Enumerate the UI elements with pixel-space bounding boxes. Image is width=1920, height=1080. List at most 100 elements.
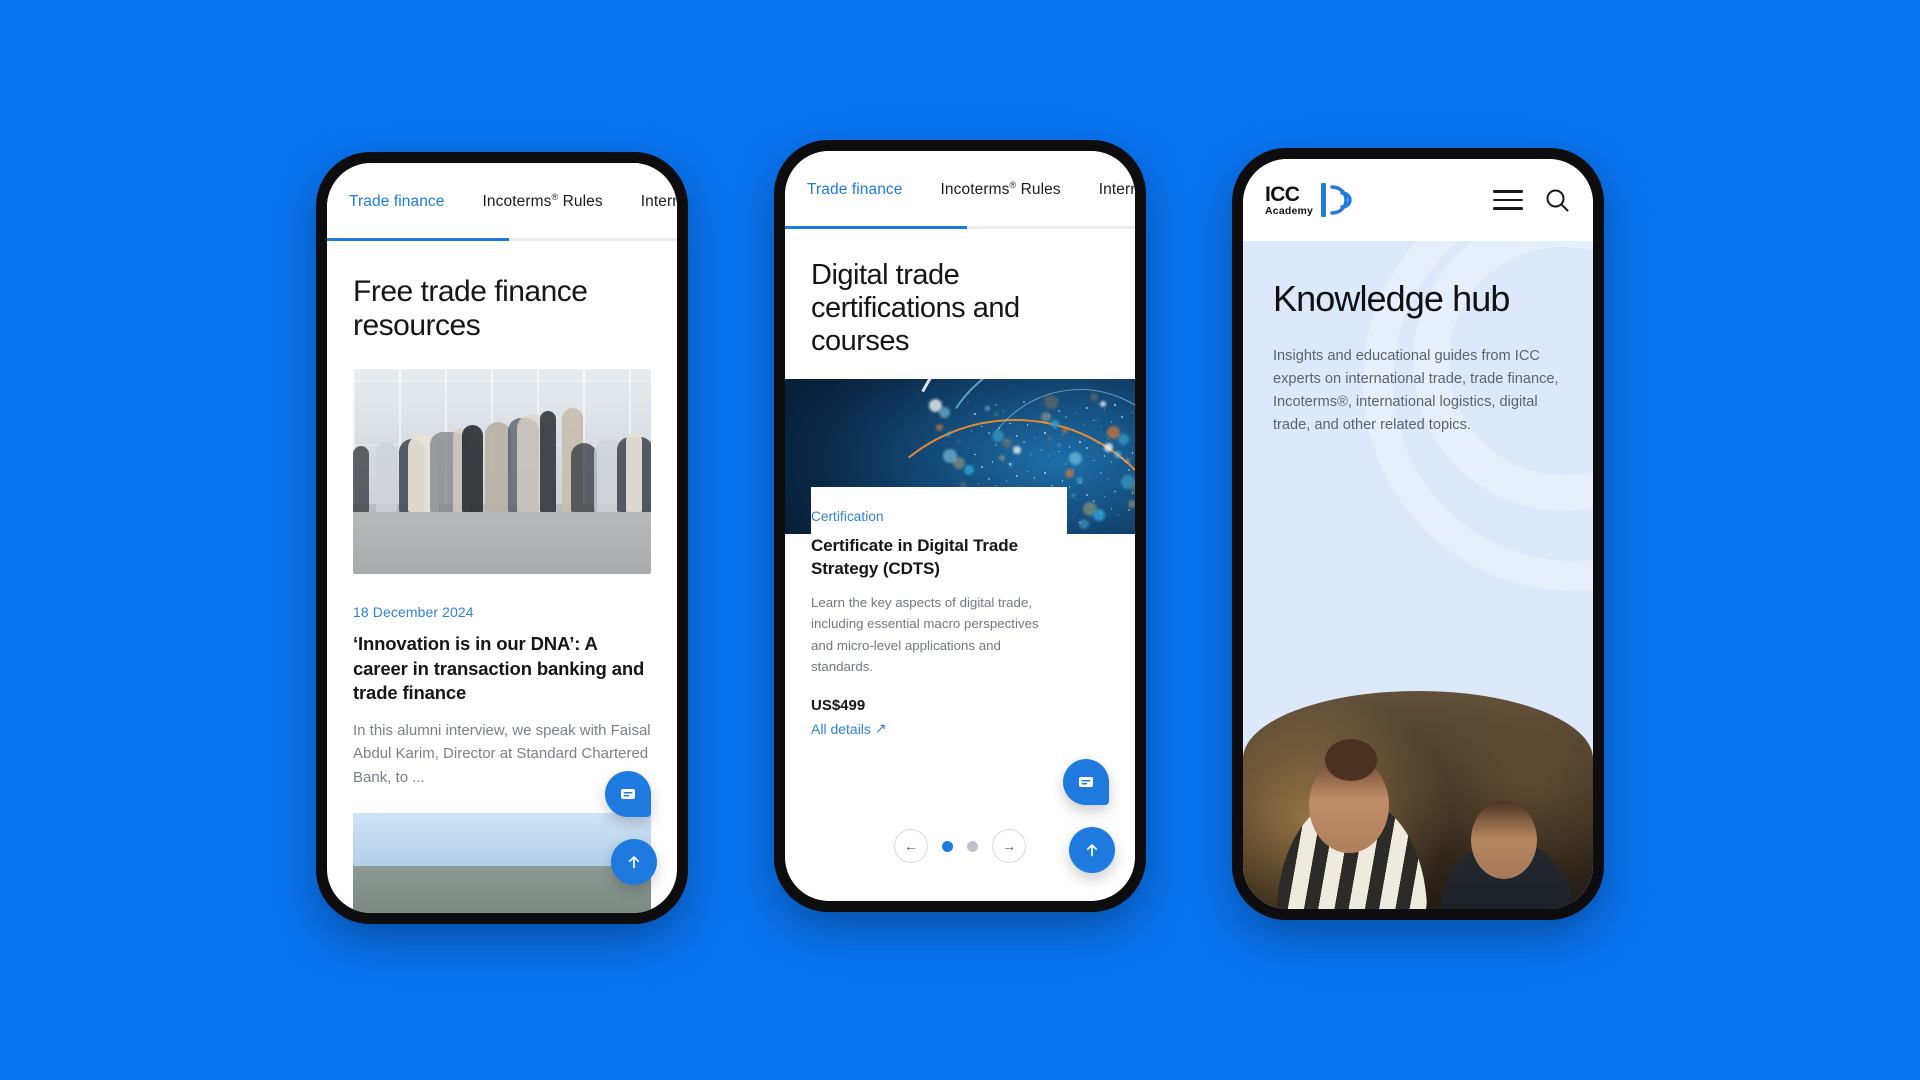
globe-data-dot (1086, 407, 1088, 409)
article-date: 18 December 2024 (353, 603, 474, 620)
tab-incoterms-label: Incoterms (482, 193, 552, 211)
logo-bar (1321, 183, 1327, 217)
globe-data-dot (1093, 419, 1095, 422)
globe-data-dot (1005, 480, 1008, 482)
tab-bar: Trade finance Incoterms® Rules Internati… (785, 151, 1135, 229)
logo-icc-text: ICC (1265, 182, 1300, 206)
globe-data-dot (1016, 435, 1018, 437)
tab-active-underline (327, 238, 509, 241)
search-icon[interactable] (1543, 186, 1571, 214)
globe-light-particle (1072, 493, 1075, 497)
tab-international-trade[interactable]: International t (1099, 181, 1135, 199)
globe-data-dot (1103, 455, 1106, 457)
carousel-dot-2[interactable] (967, 840, 978, 852)
globe-light-particle (918, 391, 920, 394)
globe-data-dot (1128, 469, 1130, 471)
globe-data-dot (1131, 452, 1134, 454)
globe-light-particle (1044, 394, 1058, 409)
course-card[interactable]: Certification Certificate in Digital Tra… (811, 487, 1068, 759)
tab-incoterms-tail: Rules (1016, 181, 1061, 199)
globe-data-dot (967, 447, 969, 450)
globe-light-particle (956, 439, 960, 443)
arrow-up-icon (1086, 844, 1098, 857)
chat-fab-button[interactable] (605, 771, 651, 817)
course-tag: Certification (811, 509, 884, 525)
globe-data-dot (988, 431, 990, 434)
chat-icon (621, 789, 635, 799)
tab-active-underline (785, 226, 967, 229)
tab-international-trade[interactable]: International t (641, 193, 677, 211)
globe-light-particle (1079, 518, 1089, 529)
hero-image-floor (353, 504, 651, 574)
globe-data-dot (1019, 458, 1022, 460)
page-title: Knowledge hub (1273, 278, 1510, 319)
globe-data-dot (1086, 493, 1088, 496)
globe-data-dot (1079, 441, 1081, 443)
article-hero-image (353, 368, 651, 574)
globe-data-dot (981, 466, 983, 468)
globe-data-dot (1054, 427, 1057, 429)
globe-data-dot (1124, 486, 1127, 488)
burger-line (1493, 207, 1523, 210)
globe-data-dot (1037, 419, 1039, 422)
globe-data-dot (1100, 472, 1102, 474)
tab-incoterms-rules[interactable]: Incoterms® Rules (483, 192, 603, 211)
globe-data-dot (1044, 431, 1046, 434)
page-body: Digital trade certifications and courses (785, 259, 1135, 357)
tab-trade-finance[interactable]: Trade finance (807, 181, 903, 199)
header-actions (1493, 186, 1571, 214)
hero-image-crowd (353, 397, 651, 513)
tab-incoterms-tail: Rules (558, 193, 603, 211)
globe-data-dot (1100, 512, 1102, 515)
globe-light-particle (1103, 442, 1113, 452)
globe-data-dot (970, 430, 973, 433)
tab-trade-finance[interactable]: Trade finance (349, 193, 445, 211)
globe-data-dot (1044, 472, 1046, 474)
icc-academy-logo[interactable]: ICC Academy (1265, 183, 1353, 217)
globe-data-dot (1131, 492, 1134, 495)
globe-data-dot (1009, 462, 1011, 465)
globe-data-dot (1128, 509, 1130, 512)
arrow-right-icon: → (1002, 838, 1016, 854)
carousel-prev-button[interactable]: ← (894, 829, 928, 863)
globe-data-dot (1089, 517, 1092, 519)
course-summary: Learn the key aspects of digital trade, … (811, 595, 1039, 674)
globe-light-particle (1096, 418, 1099, 421)
globe-data-dot (1068, 486, 1071, 488)
globe-data-dot (1121, 416, 1123, 419)
globe-light-particle (1047, 436, 1052, 441)
globe-data-dot (1002, 410, 1004, 412)
globe-data-dot (1117, 514, 1120, 516)
globe-data-dot (1047, 414, 1050, 417)
person-woman-hair-bun (1325, 739, 1377, 781)
article-title[interactable]: ‘Innovation is in our DNA’: A career in … (353, 632, 651, 706)
phone-mockup-digital-trade-certifications: Trade finance Incoterms® Rules Internati… (774, 140, 1146, 912)
carousel-next-button[interactable]: → (992, 829, 1026, 863)
burger-line (1493, 198, 1523, 202)
tab-incoterms-rules[interactable]: Incoterms® Rules (941, 180, 1061, 199)
globe-data-dot (974, 413, 976, 415)
hamburger-menu-icon[interactable] (1493, 190, 1523, 210)
scroll-to-top-button[interactable] (1069, 827, 1115, 873)
globe-data-dot (995, 404, 997, 406)
globe-data-dot (1107, 438, 1109, 440)
page-summary: Insights and educational guides from ICC… (1273, 347, 1559, 433)
chat-fab-button[interactable] (1063, 759, 1109, 805)
hero-photo (1243, 691, 1593, 909)
tab-underline-track (785, 226, 1135, 229)
globe-light-particle (953, 456, 965, 469)
globe-data-dot (1019, 418, 1022, 420)
phone-screen: ICC Academy Knowledge hub Insights and e… (1243, 159, 1593, 909)
carousel-dot-1[interactable] (942, 840, 953, 852)
globe-data-dot (1016, 475, 1018, 477)
all-details-link[interactable]: All details ↗ (811, 720, 887, 737)
globe-data-dot (1110, 461, 1113, 464)
globe-light-particle (1089, 393, 1098, 402)
knowledge-hub-hero: Knowledge hub Insights and educational g… (1243, 241, 1593, 909)
phone-screen: Trade finance Incoterms® Rules Internati… (785, 151, 1135, 901)
globe-data-dot (1110, 507, 1113, 510)
globe-data-dot (1072, 469, 1074, 471)
globe-data-dot (967, 400, 969, 403)
crowd-figure (375, 442, 397, 513)
scroll-to-top-button[interactable] (611, 839, 657, 885)
